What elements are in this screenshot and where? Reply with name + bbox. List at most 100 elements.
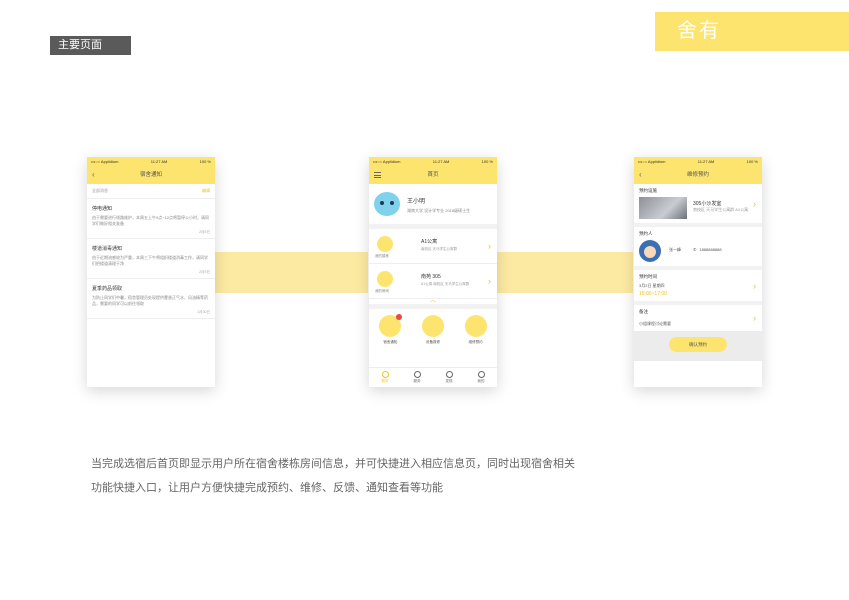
nav-title: 首页 (427, 172, 439, 178)
connector-band-left (214, 252, 368, 293)
building-icon (377, 236, 393, 252)
chevron-right-icon: › (753, 313, 756, 323)
chevron-right-icon: › (488, 276, 491, 286)
time-text: 11:27 AM (432, 159, 450, 164)
bell-icon (379, 314, 403, 337)
notice-date: 1月30日 (197, 310, 210, 314)
profile-card[interactable]: 王小明 湖南大学 设计学专业 2018级硕士生 (369, 184, 497, 229)
room-row-label: 我的楼栋 (375, 254, 389, 258)
phone-icon: ✆ (693, 247, 697, 252)
user-name: 王小明 (407, 199, 426, 205)
notice-detail: 由于近期流感较为严重，本周三下午将组织楼道消毒工作，请同学们把楼道清理干净 (92, 255, 208, 266)
nav-title: 宿舍通知 (139, 172, 162, 178)
all-messages-label: 全部消息 (92, 188, 108, 193)
phone-notice-screen: •••○○ Applidium 11:27 AM 100 % ‹ 宿舍通知 全部… (87, 157, 215, 387)
nav-bar: ‹ 维修预约 (634, 166, 762, 184)
nav-bar: 首页 (369, 166, 497, 184)
notice-title: 楼道消毒通知 (92, 246, 123, 252)
time-section[interactable]: 预约时间 3月2日 星期四 15:00~17:00 › (634, 270, 762, 305)
tab-discover[interactable]: 发现 (433, 368, 465, 387)
section-tag: 主要页面 (50, 36, 131, 55)
room-row-room[interactable]: 我的房间 南苑 305 A1公寓 南校区 天马学生公寓群 › (369, 264, 497, 299)
battery-text: 100 % (199, 159, 211, 164)
edit-button[interactable]: 编辑 (202, 188, 210, 194)
shortcut-label: 宿舍通知 (383, 340, 398, 344)
description-line-1: 当完成选宿后首页即显示用户所在宿舍楼栋房间信息，并可快捷进入相应信息页，同时出现… (91, 458, 575, 470)
tab-label: 我的 (477, 379, 485, 383)
description-line-2: 功能快捷入口，让用户方便快捷完成预约、维修、反馈、通知查看等功能 (91, 482, 443, 494)
shortcut-booking[interactable]: 维修预约 (461, 315, 491, 351)
connector-band-right (497, 252, 633, 293)
discover-icon (445, 371, 453, 378)
nav-bar: ‹ 宿舍通知 (87, 166, 215, 184)
notice-date: 2月6日 (199, 230, 210, 234)
room-row-title: 南苑 305 (421, 274, 441, 280)
person-name: 张一峰 (669, 246, 681, 252)
tab-label: 发现 (445, 379, 453, 383)
tab-label: 首页 (381, 379, 389, 383)
nav-title: 维修预约 (686, 172, 709, 178)
chevron-right-icon: › (753, 198, 756, 209)
tab-bar: 首页 服务 发现 我的 (369, 367, 497, 387)
notice-header-row: 全部消息 编辑 (87, 184, 215, 199)
facility-sub: 南校区 天马学生公寓群 A1公寓 (693, 207, 749, 212)
facility-name: 305小沙发室 (693, 201, 722, 207)
wrench-icon (464, 315, 487, 337)
tab-mine[interactable]: 我的 (465, 368, 497, 387)
service-icon (413, 371, 421, 378)
confirm-area: 确认预约 (634, 331, 762, 361)
avatar (639, 240, 661, 262)
chevron-up-icon[interactable]: ︿ (369, 298, 497, 309)
shortcut-label: 维修预约 (468, 340, 483, 344)
room-row-building[interactable]: 我的楼栋 A1公寓 南校区 天马学生公寓群 › (369, 229, 497, 264)
chevron-right-icon: › (753, 280, 756, 291)
notice-item[interactable]: 楼道消毒通知 由于近期流感较为严重，本周三下午将组织楼道消毒工作，请同学们把楼道… (87, 239, 215, 279)
robot-avatar-icon (374, 192, 400, 216)
status-bar: •••○○ Applidium 11:27 AM 100 % (87, 157, 215, 166)
back-icon[interactable]: ‹ (639, 166, 642, 184)
home-icon (381, 371, 389, 378)
notice-title: 夏季药品领取 (92, 286, 123, 292)
phone-booking-screen: •••○○ Applidium 11:27 AM 100 % ‹ 维修预约 预约… (634, 157, 762, 387)
back-icon[interactable]: ‹ (92, 166, 95, 184)
person-section[interactable]: 预约人 张一峰 ✆ 1888888888 (634, 227, 762, 270)
chevron-right-icon: › (488, 241, 491, 251)
facility-photo (639, 197, 687, 219)
menu-icon[interactable] (374, 172, 381, 178)
brand-label: 舍有 (655, 12, 849, 51)
tab-home[interactable]: 首页 (369, 368, 401, 387)
time-text: 11:27 AM (150, 159, 168, 164)
shortcut-repair[interactable]: 设备报修 (418, 315, 448, 351)
user-school: 湖南大学 设计学专业 2018级硕士生 (407, 208, 471, 213)
time-text: 11:27 AM (697, 159, 715, 164)
room-row-sub: A1公寓 南校区 天马学生公寓群 (421, 282, 470, 286)
facility-section[interactable]: 预约设施 305小沙发室 南校区 天马学生公寓群 A1公寓 › (634, 184, 762, 227)
remark-section[interactable]: 备注 小组课程讨论需要 › (634, 305, 762, 331)
phone-home-screen: •••○○ Applidium 11:27 AM 100 % 首页 王小明 湖南… (369, 157, 497, 387)
remark-text: 小组课程讨论需要 (639, 321, 671, 326)
notice-date: 2月5日 (199, 270, 210, 274)
notice-item[interactable]: 夏季药品领取 为防止同学们中暑，宿舍管理员处现提供藿香正气水、风油精等药品，需要… (87, 279, 215, 319)
notice-item[interactable]: 停电通知 由于需要进行线路维护，本周五上午9点~12点将暂停公小时，请同学们做好… (87, 199, 215, 239)
tab-service[interactable]: 服务 (401, 368, 433, 387)
time-label: 预约时间 (639, 274, 657, 279)
status-bar: •••○○ Applidium 11:27 AM 100 % (369, 157, 497, 166)
person-phone: 1888888888 (699, 247, 722, 252)
status-bar: •••○○ Applidium 11:27 AM 100 % (634, 157, 762, 166)
room-row-label: 我的房间 (375, 289, 389, 293)
booking-date: 3月2日 星期四 (639, 283, 665, 288)
notification-badge (396, 314, 403, 320)
confirm-booking-button[interactable]: 确认预约 (669, 337, 727, 352)
room-row-title: A1公寓 (421, 239, 438, 245)
user-icon (477, 371, 485, 378)
tab-label: 服务 (413, 379, 421, 383)
device-icon (421, 315, 444, 337)
booking-time-range: 15:00~17:00 (639, 291, 667, 297)
shortcut-grid: 宿舍通知 设备报修 维修预约 (369, 309, 497, 351)
battery-text: 100 % (481, 159, 493, 164)
shortcut-notice[interactable]: 宿舍通知 (375, 314, 405, 351)
carrier-text: •••○○ Applidium (638, 159, 666, 164)
notice-title: 停电通知 (92, 206, 113, 212)
carrier-text: •••○○ Applidium (373, 159, 401, 164)
shortcut-label: 设备报修 (425, 340, 440, 344)
